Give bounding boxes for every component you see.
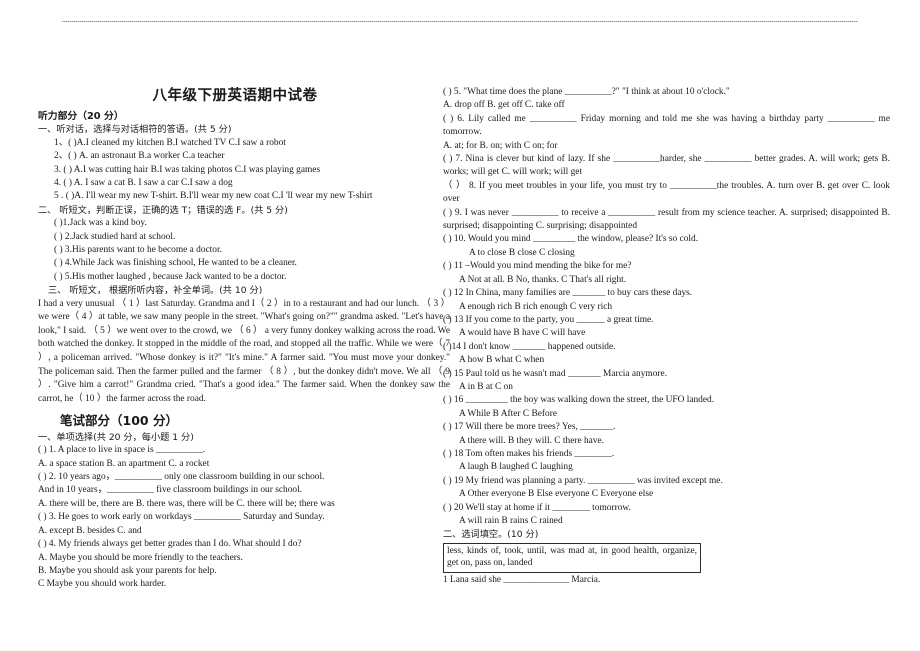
question-item: ( ) 4. My friends always get better grad… — [38, 539, 302, 550]
option-row: A Not at all. B No, thanks. C That's all… — [459, 274, 627, 285]
option-row: A laugh B laughed C laughing — [459, 462, 573, 473]
question-item: ( ) 13 If you come to the party, you ___… — [443, 314, 654, 325]
section-two-heading: 二、 听短文，判断正误，正确的选 T；错误的选 F。(共 5 分) — [38, 204, 288, 216]
option-row: A. a space station B. an apartment C. a … — [38, 458, 210, 469]
option-row: A. at; for B. on; with C on; for — [443, 140, 558, 151]
question-item: ( ) 16 _________ the boy was walking dow… — [443, 395, 715, 406]
question-item: ( ) 2. 10 years ago，__________ only one … — [38, 472, 325, 483]
listening-part-header: 听力部分（20 分） — [38, 111, 124, 122]
question-item: ( ) 3. He goes to work early on workdays… — [38, 512, 325, 523]
fill-in-blank-heading: 二、选词填空。(10 分) — [443, 529, 539, 541]
option-row: A to close B close C closing — [469, 247, 575, 258]
option-row: A in B at C on — [459, 381, 513, 392]
option-row: A. drop off B. get off C. take off — [443, 100, 565, 111]
left-column: 听力部分（20 分） 一、听对话，选择与对话相符的答语。(共 5 分) 1、( … — [38, 110, 450, 592]
question-item: ( ) 20 We'll stay at home if it ________… — [443, 502, 631, 513]
option-row: A would have B have C will have — [459, 328, 586, 339]
written-part-header: 笔试部分（100 分） — [60, 413, 178, 429]
question-item: ( ) 5. "What time does the plane _______… — [443, 87, 730, 97]
list-item: 5 . ( )A. I'll wear my new T-shirt. B.I'… — [54, 191, 373, 202]
option-row: A. Maybe you should be more friendly to … — [38, 552, 243, 563]
option-row: A how B what C when — [459, 355, 545, 366]
fill-question-item: 1 Lana said she ______________ Marcia. — [443, 575, 601, 585]
question-item: ( ) 1. A place to live in space is _____… — [38, 445, 206, 456]
right-column: ( ) 5. "What time does the plane _______… — [443, 86, 890, 587]
page-title: 八年级下册英语期中试卷 — [152, 88, 318, 104]
question-item: ( ) 19 My friend was planning a party. _… — [443, 475, 723, 486]
option-row: A. except B. besides C. and — [38, 525, 142, 536]
multiple-choice-heading: 一、单项选择(共 20 分，每小题 1 分) — [38, 431, 194, 443]
option-row: C Maybe you should work harder. — [38, 579, 167, 590]
option-row: A there will. B they will. C there have. — [459, 435, 605, 446]
question-item: ( ) 9. I was never __________ to receive… — [443, 207, 890, 232]
list-item: 4. ( ) A. I saw a cat B. I saw a car C.I… — [54, 178, 233, 189]
option-row: A While B After C Before — [459, 408, 557, 419]
question-item: ( ) 18 Tom often makes his friends _____… — [443, 448, 615, 459]
question-item: ( ) 7. Nina is clever but kind of lazy. … — [443, 154, 890, 178]
section-three-heading: 三、 听短文， 根据所听内容，补全单词。(共 10 分) — [48, 285, 263, 297]
list-item: ( ) 4.While Jack was finishing school, H… — [54, 258, 297, 269]
list-item: 1、( )A.I cleaned my kitchen B.I watched … — [54, 137, 286, 148]
list-item: 2、( ) A. an astronaut B.a worker C.a tea… — [54, 151, 225, 162]
list-item: ( ) 3.His parents want to he become a do… — [54, 245, 222, 256]
section-one-heading: 一、听对话，选择与对话相符的答语。(共 5 分) — [38, 124, 232, 136]
question-item: ( ) 11 –Would you mind mending the bike … — [443, 261, 632, 272]
listening-passage: I had a very unusual （ 1 ）last Saturday.… — [38, 298, 450, 404]
word-bank-box: less, kinds of, took, until, was mad at,… — [443, 542, 701, 573]
question-item: ( ) 12 In China, many families are _____… — [443, 288, 693, 299]
question-item: ( )14 I don't know _______ happened outs… — [443, 341, 616, 352]
list-item: ( ) 5.His mother laughed , because Jack … — [54, 271, 287, 282]
option-row: A enough rich B rich enough C very rich — [459, 301, 613, 312]
question-item: （ ） 8. If you meet troubles in your life… — [443, 180, 890, 205]
question-item: ( ) 10. Would you mind _________ the win… — [443, 234, 699, 245]
list-item: 3. ( ) A.I was cutting hair B.I was taki… — [54, 164, 321, 175]
question-item: ( ) 6. Lily called me __________ Friday … — [443, 113, 890, 138]
question-item: ( ) 15 Paul told us he wasn't mad ______… — [443, 368, 668, 379]
header-rule — [62, 21, 858, 22]
question-item: ( ) 17 Will there be more trees? Yes, __… — [443, 422, 616, 433]
option-row: A. there will be, there are B. there was… — [38, 498, 335, 509]
option-row: A will rain B rains C rained — [459, 516, 563, 526]
question-item-cont: And in 10 years，__________ five classroo… — [38, 485, 303, 496]
option-row: A Other everyone B Else everyone C Every… — [459, 489, 654, 500]
exam-paper-page: 八年级下册英语期中试卷 听力部分（20 分） 一、听对话，选择与对话相符的答语。… — [0, 0, 920, 651]
list-item: ( ) 2.Jack studied hard at school. — [54, 231, 176, 242]
list-item: ( )1.Jack was a kind boy. — [54, 218, 147, 229]
option-row: B. Maybe you should ask your parents for… — [38, 565, 217, 576]
